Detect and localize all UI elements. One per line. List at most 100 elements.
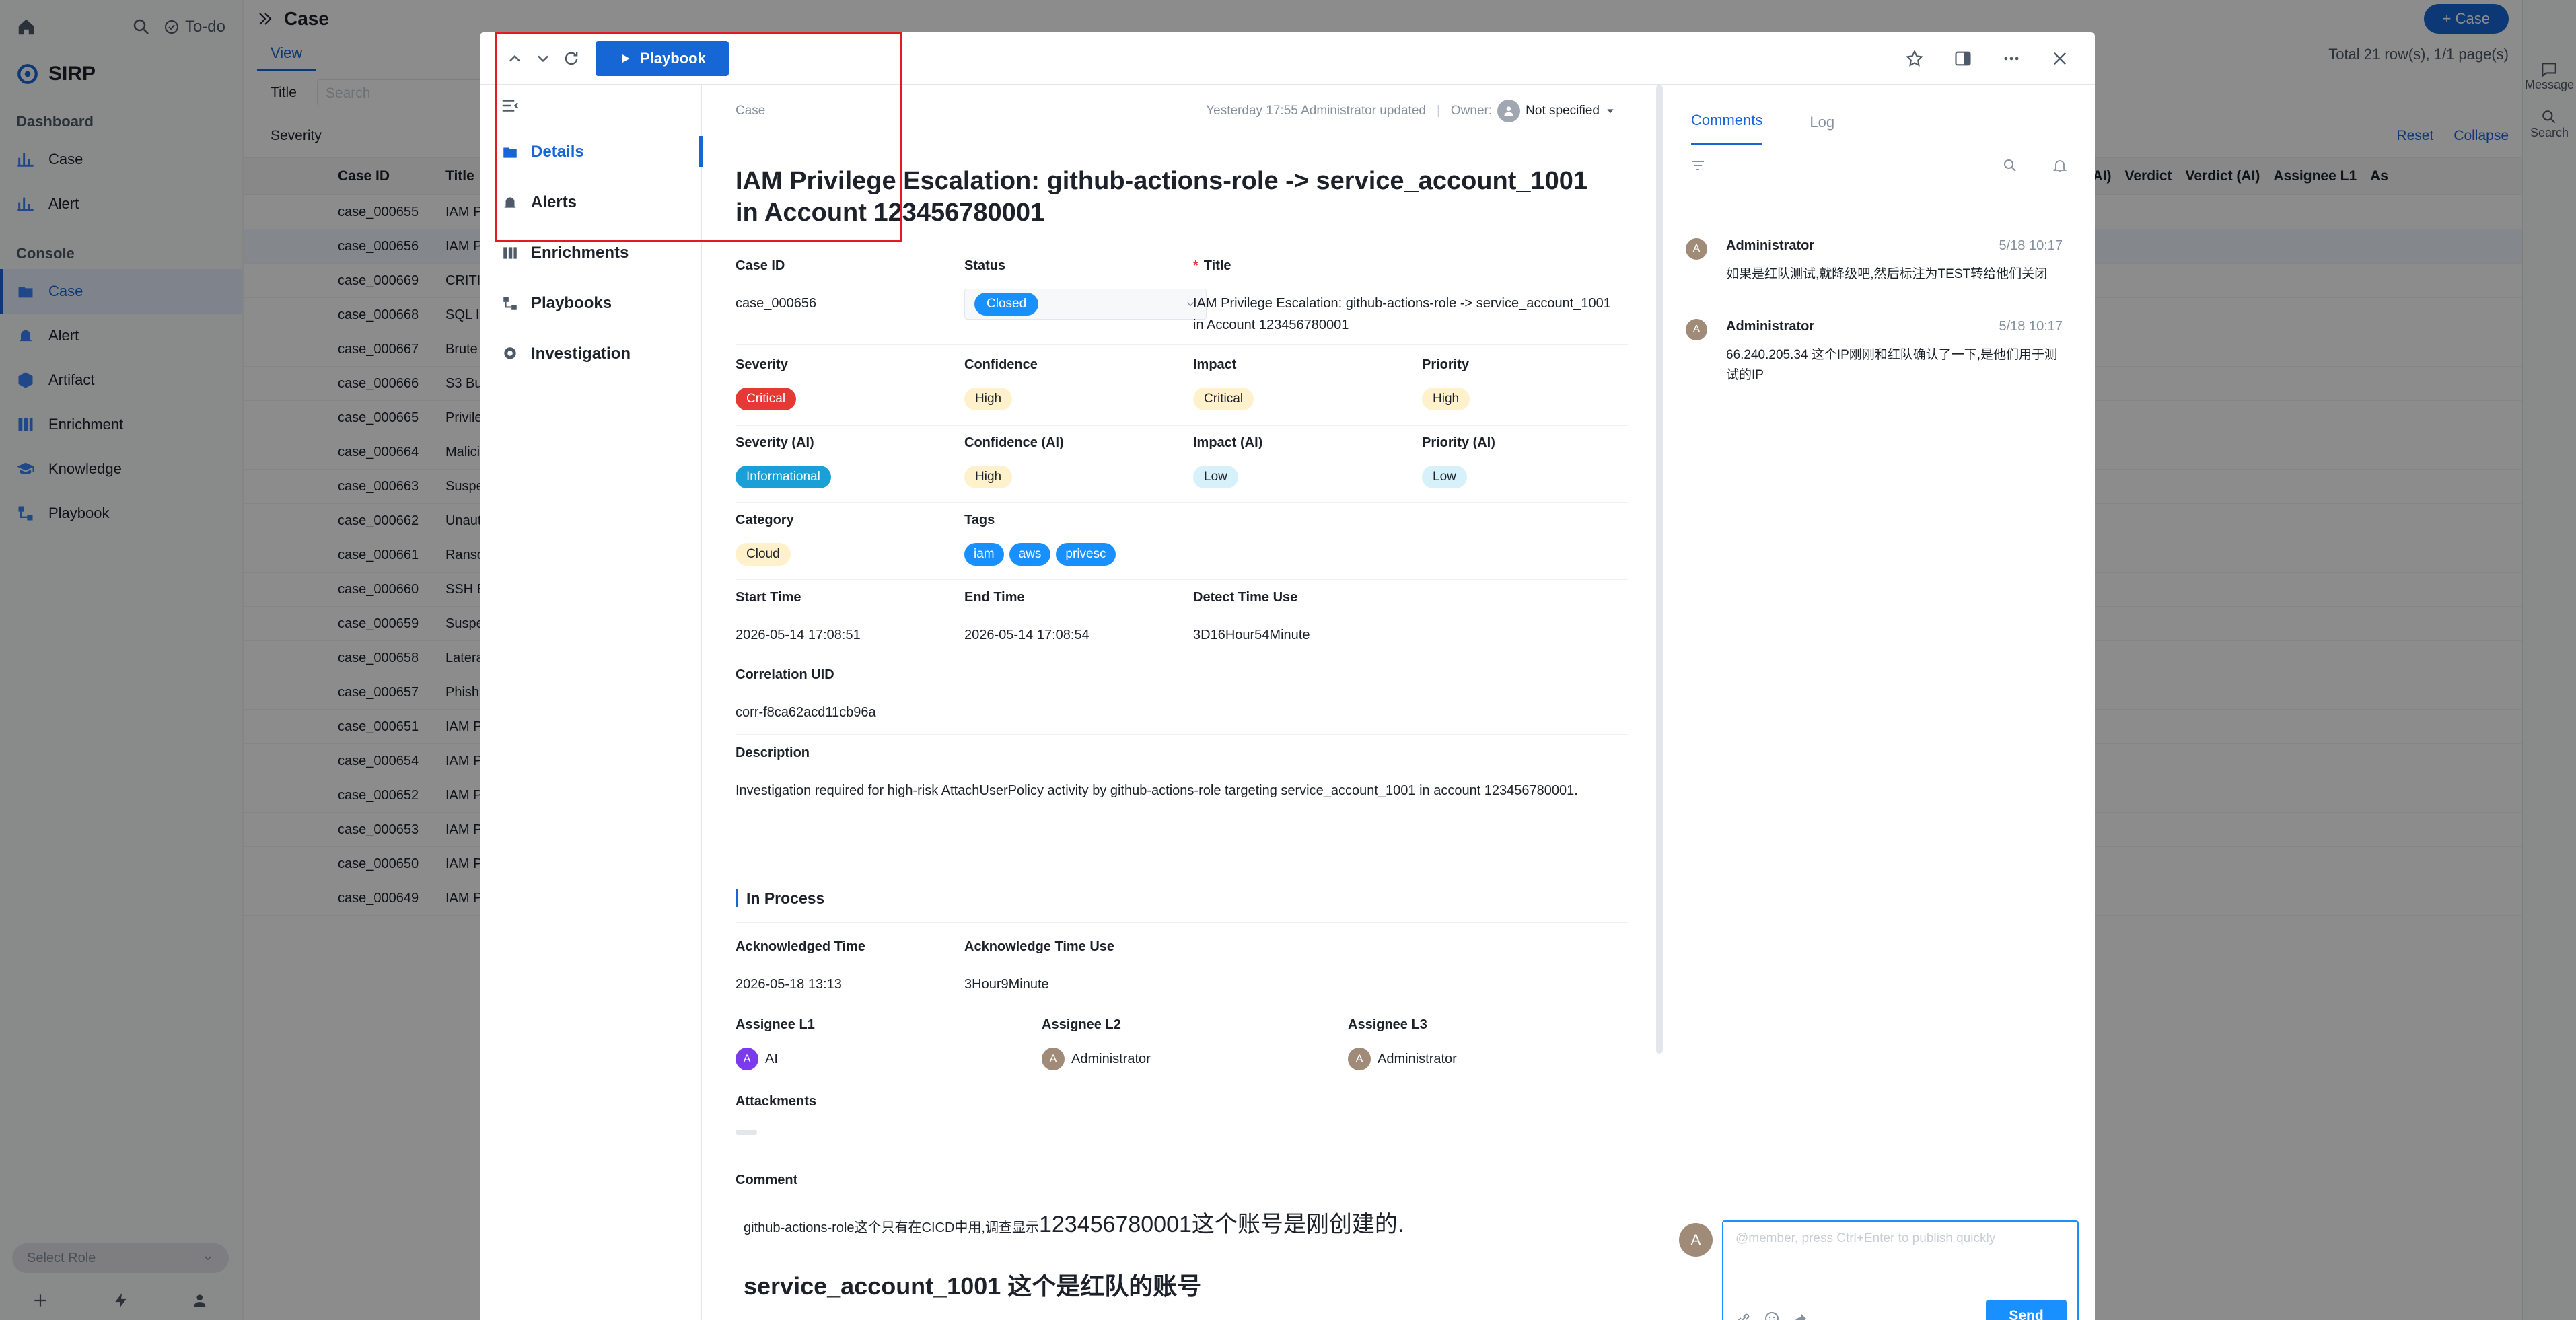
field-label: Acknowledge Time Use [964,939,1115,954]
field-label: Priority (AI) [1422,435,1495,450]
split-view-icon[interactable] [1954,49,1972,68]
field-label: Impact (AI) [1193,435,1263,450]
field-acknowledged-time: Acknowledged Time 2026-05-18 13:13 [736,939,865,995]
confidence-ai-badge[interactable]: High [964,466,1013,488]
close-icon[interactable] [2050,49,2069,68]
filter-icon[interactable] [1690,157,1706,174]
divider [736,425,1628,426]
field-label: Category [736,513,794,527]
assignee-l3-select[interactable]: A Administrator [1348,1048,1457,1070]
field-confidence: Confidence High [964,357,1038,410]
star-icon[interactable] [1905,49,1924,68]
comments-highlight-box [495,32,902,242]
field-label: Assignee L1 [736,1017,815,1032]
end-time-value[interactable]: 2026-05-14 17:08:54 [964,624,1089,646]
comment-item: A Administrator 5/18 10:17 如果是红队测试,就降级吧,然… [1686,238,2063,285]
status-select[interactable]: Closed [964,289,1207,320]
divider [736,344,1628,345]
field-detect-time-use: Detect Time Use 3D16Hour54Minute [1193,590,1310,646]
tab-log[interactable]: Log [1810,114,1834,145]
assignee-l3-value: Administrator [1378,1051,1457,1066]
confidence-badge[interactable]: High [964,388,1013,410]
comment-content[interactable]: github-actions-role这个只有在CICD中用,调查显示12345… [736,1206,1628,1302]
field-title: * Title IAM Privilege Escalation: github-a… [1193,258,1624,336]
required-mark: * [1193,258,1198,273]
avatar: A [1686,319,1707,340]
comment-time: 5/18 10:17 [1999,238,2063,253]
field-label: Confidence [964,357,1038,372]
comment-editor[interactable]: @member, press Ctrl+Enter to publish qui… [1722,1220,2079,1320]
comment-input[interactable]: @member, press Ctrl+Enter to publish qui… [1723,1222,2077,1255]
caret-down-icon [1605,106,1616,116]
category-badge[interactable]: Cloud [736,543,791,566]
field-label: Comment [736,1173,798,1187]
editor-toolbar [1736,1311,1808,1320]
comment-text-small: github-actions-role这个只有在CICD中用,调查显示 [744,1220,1039,1235]
editor-avatar: A [1679,1223,1713,1257]
title-value[interactable]: IAM Privilege Escalation: github-actions… [1193,293,1624,336]
nav-playbooks-label: Playbooks [531,293,612,312]
field-description: Description Investigation required for hi… [736,745,1628,801]
correlation-uid-value[interactable]: corr-f8ca62acd11cb96a [736,702,876,723]
attachments-placeholder[interactable] [736,1130,757,1135]
acknowledged-time-value[interactable]: 2026-05-18 13:13 [736,974,865,995]
field-status: Status Closed [964,258,1207,320]
tag-chip[interactable]: privesc [1056,543,1116,566]
emoji-icon[interactable] [1764,1311,1780,1320]
send-button[interactable]: Send [1986,1300,2067,1320]
field-priority-ai: Priority (AI) Low [1422,435,1495,488]
priority-badge[interactable]: High [1422,388,1470,410]
field-label: Impact [1193,357,1237,372]
impact-ai-badge[interactable]: Low [1193,466,1238,488]
start-time-value[interactable]: 2026-05-14 17:08:51 [736,624,861,646]
field-label: Assignee L3 [1348,1017,1427,1032]
modal-side-nav: Details Alerts Enrichments Playbooks Inv… [480,85,703,1320]
field-category: Category Cloud [736,513,794,566]
field-label: Assignee L2 [1042,1017,1121,1032]
assignee-l1-select[interactable]: A AI [736,1048,815,1070]
field-label: Case ID [736,258,785,273]
case-id-value[interactable]: case_000656 [736,293,816,314]
nav-investigation[interactable]: Investigation [480,328,701,379]
field-assignee-l2: Assignee L2 A Administrator [1042,1017,1151,1070]
severity-badge[interactable]: Critical [736,388,797,410]
field-priority: Priority High [1422,357,1470,410]
field-acknowledge-time-use: Acknowledge Time Use 3Hour9Minute [964,939,1114,995]
nav-investigation-label: Investigation [531,344,631,363]
nav-playbooks[interactable]: Playbooks [480,278,701,328]
field-assignee-l1: Assignee L1 A AI [736,1017,815,1070]
search-icon[interactable] [2002,157,2018,174]
field-confidence-ai: Confidence (AI) High [964,435,1064,488]
share-icon[interactable] [1792,1311,1808,1320]
avatar: A [1348,1048,1371,1070]
field-impact-ai: Impact (AI) Low [1193,435,1262,488]
field-label: Tags [964,513,995,527]
link-icon[interactable] [1736,1311,1752,1320]
field-comment: Comment github-actions-role这个只有在CICD中用,调… [736,1173,1628,1302]
avatar: A [736,1048,758,1070]
divider [736,579,1628,580]
impact-badge[interactable]: Critical [1193,388,1254,410]
field-severity: Severity Critical [736,357,797,410]
more-icon[interactable] [2002,49,2021,68]
avatar: A [1042,1048,1065,1070]
columns-icon [501,244,519,262]
comment-time: 5/18 10:17 [1999,319,2063,334]
details-scrollbar[interactable] [1656,85,1663,1054]
tab-comments[interactable]: Comments [1691,112,1763,145]
comments-panel: Comments Log A Administrator 5/18 10:17 如… [1663,85,2095,1320]
status-badge: Closed [974,293,1039,316]
bell-icon[interactable] [2052,157,2068,174]
severity-ai-badge[interactable]: Informational [736,466,831,488]
tag-chip[interactable]: iam [964,543,1004,566]
description-value[interactable]: Investigation required for high-risk Att… [736,780,1628,801]
owner-select[interactable]: Not specified [1492,100,1616,122]
assignee-l2-select[interactable]: A Administrator [1042,1048,1151,1070]
field-impact: Impact Critical [1193,357,1254,410]
tag-chip[interactable]: aws [1009,543,1051,566]
field-severity-ai: Severity (AI) Informational [736,435,831,488]
updated-text: Yesterday 17:55 Administrator updated [1206,104,1426,118]
field-label: Severity [736,357,788,372]
priority-ai-badge[interactable]: Low [1422,466,1467,488]
divider [736,922,1628,923]
